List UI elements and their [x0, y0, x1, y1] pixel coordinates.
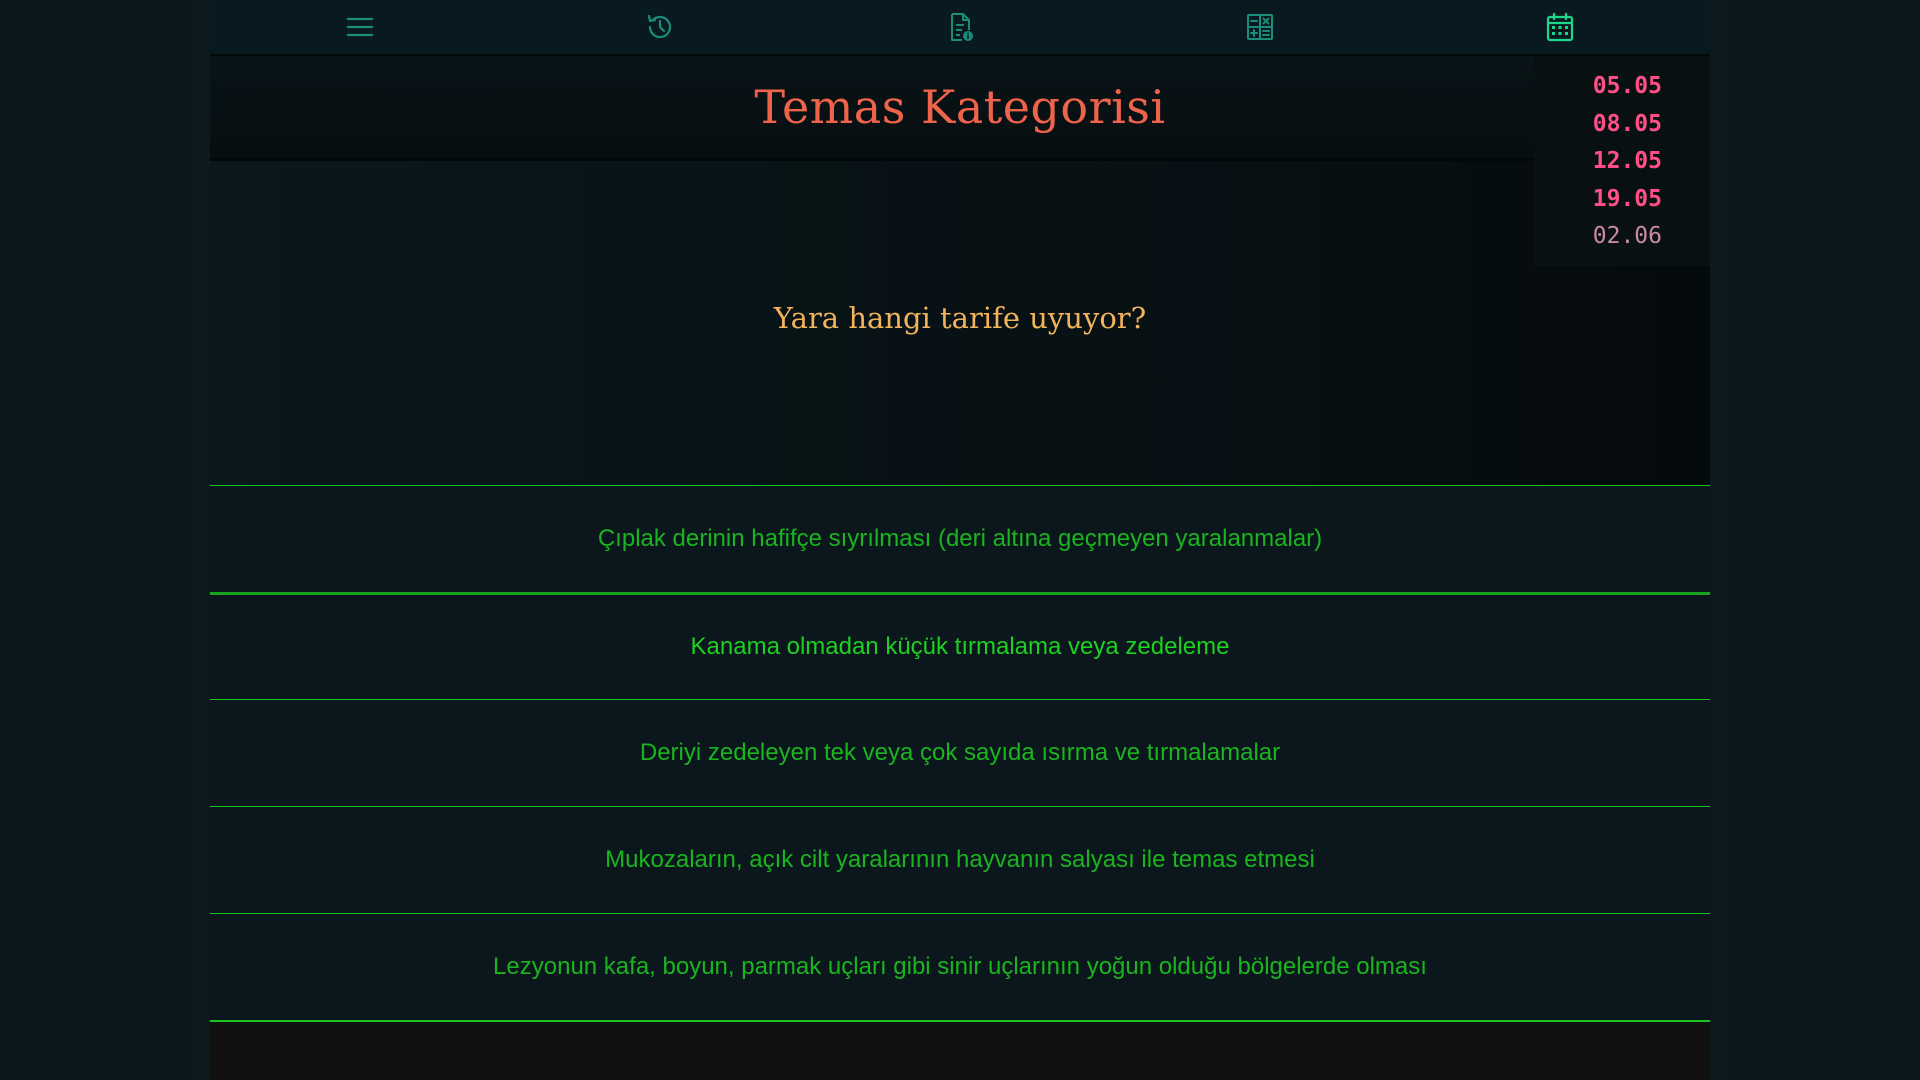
app-container: Temas Kategorisi 05.05 08.05 12.05 19.05… — [210, 0, 1710, 1080]
menu-icon — [346, 17, 374, 37]
nav-menu-button[interactable] — [210, 0, 510, 54]
option-button[interactable]: Çıplak derinin hafifçe sıyrılması (deri … — [210, 485, 1710, 592]
date-item[interactable]: 12.05 — [1534, 143, 1710, 181]
date-item[interactable]: 08.05 — [1534, 106, 1710, 144]
nav-document-button[interactable] — [810, 0, 1110, 54]
footer-area — [210, 1022, 1710, 1080]
option-button[interactable]: Deriyi zedeleyen tek veya çok sayıda ısı… — [210, 699, 1710, 806]
option-button[interactable]: Lezyonun kafa, boyun, parmak uçları gibi… — [210, 913, 1710, 1020]
option-button[interactable]: Kanama olmadan küçük tırmalama veya zede… — [210, 592, 1710, 699]
document-info-icon — [951, 13, 973, 41]
dates-dropdown: 05.05 08.05 12.05 19.05 02.06 — [1534, 56, 1710, 266]
date-item[interactable]: 19.05 — [1534, 181, 1710, 219]
calendar-icon — [1546, 12, 1574, 42]
nav-history-button[interactable] — [510, 0, 810, 54]
question-text: Yara hangi tarife uyuyor? — [773, 301, 1147, 335]
date-item[interactable]: 05.05 — [1534, 68, 1710, 106]
date-item[interactable]: 02.06 — [1534, 218, 1710, 256]
option-button[interactable]: Mukozaların, açık cilt yaralarının hayva… — [210, 806, 1710, 913]
question-area: Yara hangi tarife uyuyor? — [210, 161, 1710, 485]
page-header: Temas Kategorisi — [210, 56, 1710, 161]
calculator-icon — [1247, 14, 1273, 40]
nav-calculator-button[interactable] — [1110, 0, 1410, 54]
page-title: Temas Kategorisi — [754, 80, 1166, 134]
history-icon — [647, 14, 672, 39]
nav-calendar-button[interactable] — [1410, 0, 1710, 54]
answer-options: Çıplak derinin hafifçe sıyrılması (deri … — [210, 485, 1710, 1022]
top-navigation — [210, 0, 1710, 56]
